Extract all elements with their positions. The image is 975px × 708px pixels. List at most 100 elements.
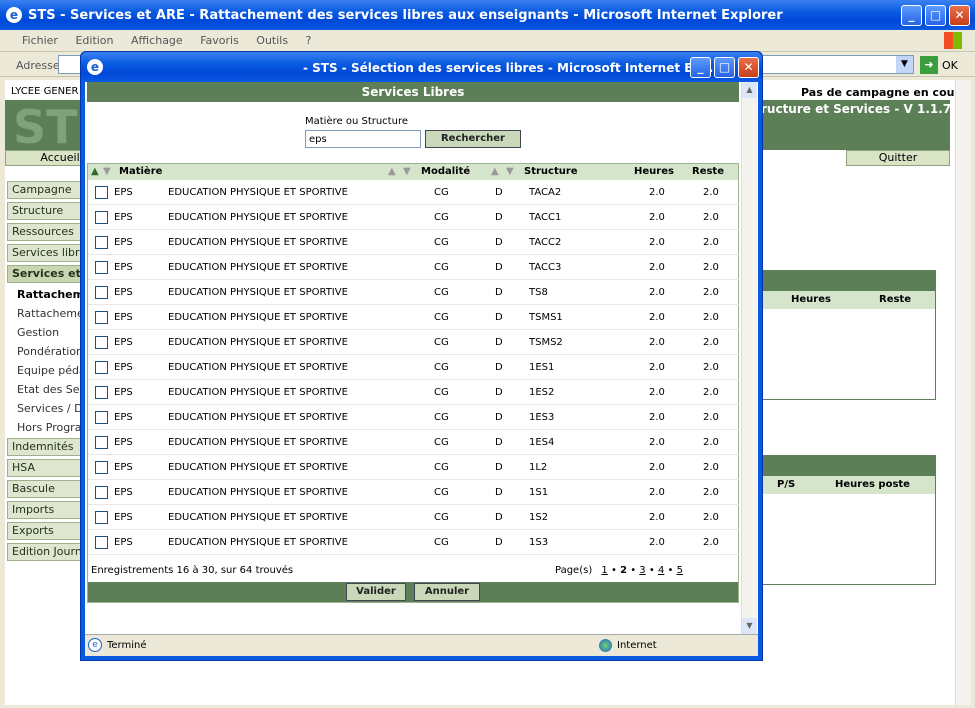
row-checkbox[interactable] [95, 211, 108, 224]
table2-ps-header: P/S [777, 479, 796, 490]
search-input[interactable] [305, 130, 421, 148]
sidebar-item-indemnites[interactable]: Indemnités [7, 438, 85, 456]
table-row[interactable]: EPS EDUCATION PHYSIQUE ET SPORTIVE CG D 1ES3… [88, 405, 740, 430]
subitem-hors-prog[interactable]: Hors Progra [17, 419, 87, 437]
table-row[interactable]: EPS EDUCATION PHYSIQUE ET SPORTIVE CG D TACC… [88, 205, 740, 230]
table-row[interactable]: EPS EDUCATION PHYSIQUE ET SPORTIVE CG D 1S1 2… [88, 480, 740, 505]
minimize-button[interactable]: _ [901, 5, 922, 26]
sidebar-item-services-are[interactable]: Services et A [7, 265, 85, 283]
menu-fichier[interactable]: Fichier [22, 34, 58, 47]
sidebar-item-structure[interactable]: Structure [7, 202, 85, 220]
page-link-1[interactable]: 1 [601, 565, 607, 576]
table-row[interactable]: EPS EDUCATION PHYSIQUE ET SPORTIVE CG D 1S2 2… [88, 505, 740, 530]
subitem-rattachement-1[interactable]: Rattacheme [17, 286, 87, 304]
popup-scrollbar[interactable]: ▲ ▼ [741, 82, 757, 634]
maximize-button[interactable]: □ [925, 5, 946, 26]
cell-label: EDUCATION PHYSIQUE ET SPORTIVE [168, 312, 348, 323]
go-button[interactable]: OK [942, 59, 958, 72]
row-checkbox[interactable] [95, 311, 108, 324]
menu-affichage[interactable]: Affichage [131, 34, 183, 47]
row-checkbox[interactable] [95, 511, 108, 524]
row-checkbox[interactable] [95, 536, 108, 549]
table-row[interactable]: EPS EDUCATION PHYSIQUE ET SPORTIVE CG D 1S3 2… [88, 530, 740, 555]
sidebar-item-exports[interactable]: Exports [7, 522, 85, 540]
cell-modalite: CG [434, 237, 449, 248]
cell-type: D [495, 212, 503, 223]
popup-title-bar[interactable]: e - STS - Sélection des services libres … [81, 52, 762, 82]
table-row[interactable]: EPS EDUCATION PHYSIQUE ET SPORTIVE CG D 1ES1… [88, 355, 740, 380]
page-link-3[interactable]: 3 [639, 565, 645, 576]
subitem-rattachement-2[interactable]: Rattacheme [17, 305, 87, 323]
row-checkbox[interactable] [95, 486, 108, 499]
popup-close-button[interactable]: ✕ [738, 57, 759, 78]
search-label: Matière ou Structure [305, 116, 408, 127]
menu-help[interactable]: ? [306, 34, 312, 47]
table-row[interactable]: EPS EDUCATION PHYSIQUE ET SPORTIVE CG D TS8 2… [88, 280, 740, 305]
main-scrollbar[interactable] [955, 80, 971, 705]
row-checkbox[interactable] [95, 186, 108, 199]
table-row[interactable]: EPS EDUCATION PHYSIQUE ET SPORTIVE CG D 1ES2… [88, 380, 740, 405]
table-row[interactable]: EPS EDUCATION PHYSIQUE ET SPORTIVE CG D TSMS… [88, 305, 740, 330]
close-button[interactable]: ✕ [949, 5, 970, 26]
go-arrow-icon[interactable]: ➜ [920, 56, 938, 74]
page-link-4[interactable]: 4 [658, 565, 664, 576]
menu-outils[interactable]: Outils [256, 34, 288, 47]
col-structure[interactable]: Structure [524, 166, 578, 177]
table-row[interactable]: EPS EDUCATION PHYSIQUE ET SPORTIVE CG D 1L2 2… [88, 455, 740, 480]
cell-label: EDUCATION PHYSIQUE ET SPORTIVE [168, 337, 348, 348]
cell-reste: 2.0 [703, 362, 719, 373]
subitem-equipe[interactable]: Equipe péda [17, 362, 87, 380]
search-button[interactable]: Rechercher [425, 130, 521, 148]
table1-reste-header: Reste [879, 294, 911, 305]
subitem-gestion[interactable]: Gestion [17, 324, 87, 342]
row-checkbox[interactable] [95, 261, 108, 274]
subitem-services-d[interactable]: Services / D [17, 400, 87, 418]
cell-structure: TS8 [529, 287, 548, 298]
row-checkbox[interactable] [95, 286, 108, 299]
records-count: Enregistrements 16 à 30, sur 64 trouvés [91, 565, 294, 576]
row-checkbox[interactable] [95, 361, 108, 374]
col-matiere[interactable]: Matière [119, 166, 162, 177]
menu-edition[interactable]: Edition [75, 34, 113, 47]
table-row[interactable]: EPS EDUCATION PHYSIQUE ET SPORTIVE CG D TSMS… [88, 330, 740, 355]
page-link-5[interactable]: 5 [677, 565, 683, 576]
table-row[interactable]: EPS EDUCATION PHYSIQUE ET SPORTIVE CG D TACC… [88, 230, 740, 255]
subitem-etat[interactable]: Etat des Se [17, 381, 87, 399]
main-title-bar[interactable]: e STS - Services et ARE - Rattachement d… [0, 0, 975, 30]
subitem-ponderation[interactable]: Pondération [17, 343, 87, 361]
row-checkbox[interactable] [95, 461, 108, 474]
sidebar-item-services-libres[interactable]: Services libre [7, 244, 85, 262]
sidebar-item-imports[interactable]: Imports [7, 501, 85, 519]
table-row[interactable]: EPS EDUCATION PHYSIQUE ET SPORTIVE CG D TACA… [88, 180, 740, 205]
row-checkbox[interactable] [95, 336, 108, 349]
cell-heures: 2.0 [649, 437, 665, 448]
sort-desc-icon-3[interactable]: ▼ [506, 166, 514, 177]
sort-desc-icon[interactable]: ▼ [103, 166, 111, 177]
quit-tab[interactable]: Quitter [846, 150, 950, 166]
sort-desc-icon-2[interactable]: ▼ [403, 166, 411, 177]
row-checkbox[interactable] [95, 386, 108, 399]
row-checkbox[interactable] [95, 236, 108, 249]
col-modalite[interactable]: Modalité [421, 166, 470, 177]
popup-minimize-button[interactable]: _ [690, 57, 711, 78]
row-checkbox[interactable] [95, 411, 108, 424]
sort-asc-icon[interactable]: ▲ [91, 166, 99, 177]
sidebar-item-edition-journal[interactable]: Edition Journ [7, 543, 85, 561]
table-row[interactable]: EPS EDUCATION PHYSIQUE ET SPORTIVE CG D TACC… [88, 255, 740, 280]
popup-maximize-button[interactable]: □ [714, 57, 735, 78]
sort-asc-icon-2[interactable]: ▲ [388, 166, 396, 177]
sidebar-item-hsa[interactable]: HSA [7, 459, 85, 477]
windows-logo-icon [944, 32, 962, 49]
validate-button[interactable]: Valider [346, 583, 406, 601]
sidebar-item-bascule[interactable]: Bascule [7, 480, 85, 498]
cell-code: EPS [114, 287, 133, 298]
address-dropdown-icon[interactable]: ▼ [896, 56, 913, 73]
table-row[interactable]: EPS EDUCATION PHYSIQUE ET SPORTIVE CG D 1ES4… [88, 430, 740, 455]
sidebar-item-campagne[interactable]: Campagne [7, 181, 85, 199]
row-checkbox[interactable] [95, 436, 108, 449]
sort-asc-icon-3[interactable]: ▲ [491, 166, 499, 177]
menu-favoris[interactable]: Favoris [200, 34, 239, 47]
cell-heures: 2.0 [649, 362, 665, 373]
sidebar-item-ressources[interactable]: Ressources [7, 223, 85, 241]
cancel-button[interactable]: Annuler [414, 583, 480, 601]
